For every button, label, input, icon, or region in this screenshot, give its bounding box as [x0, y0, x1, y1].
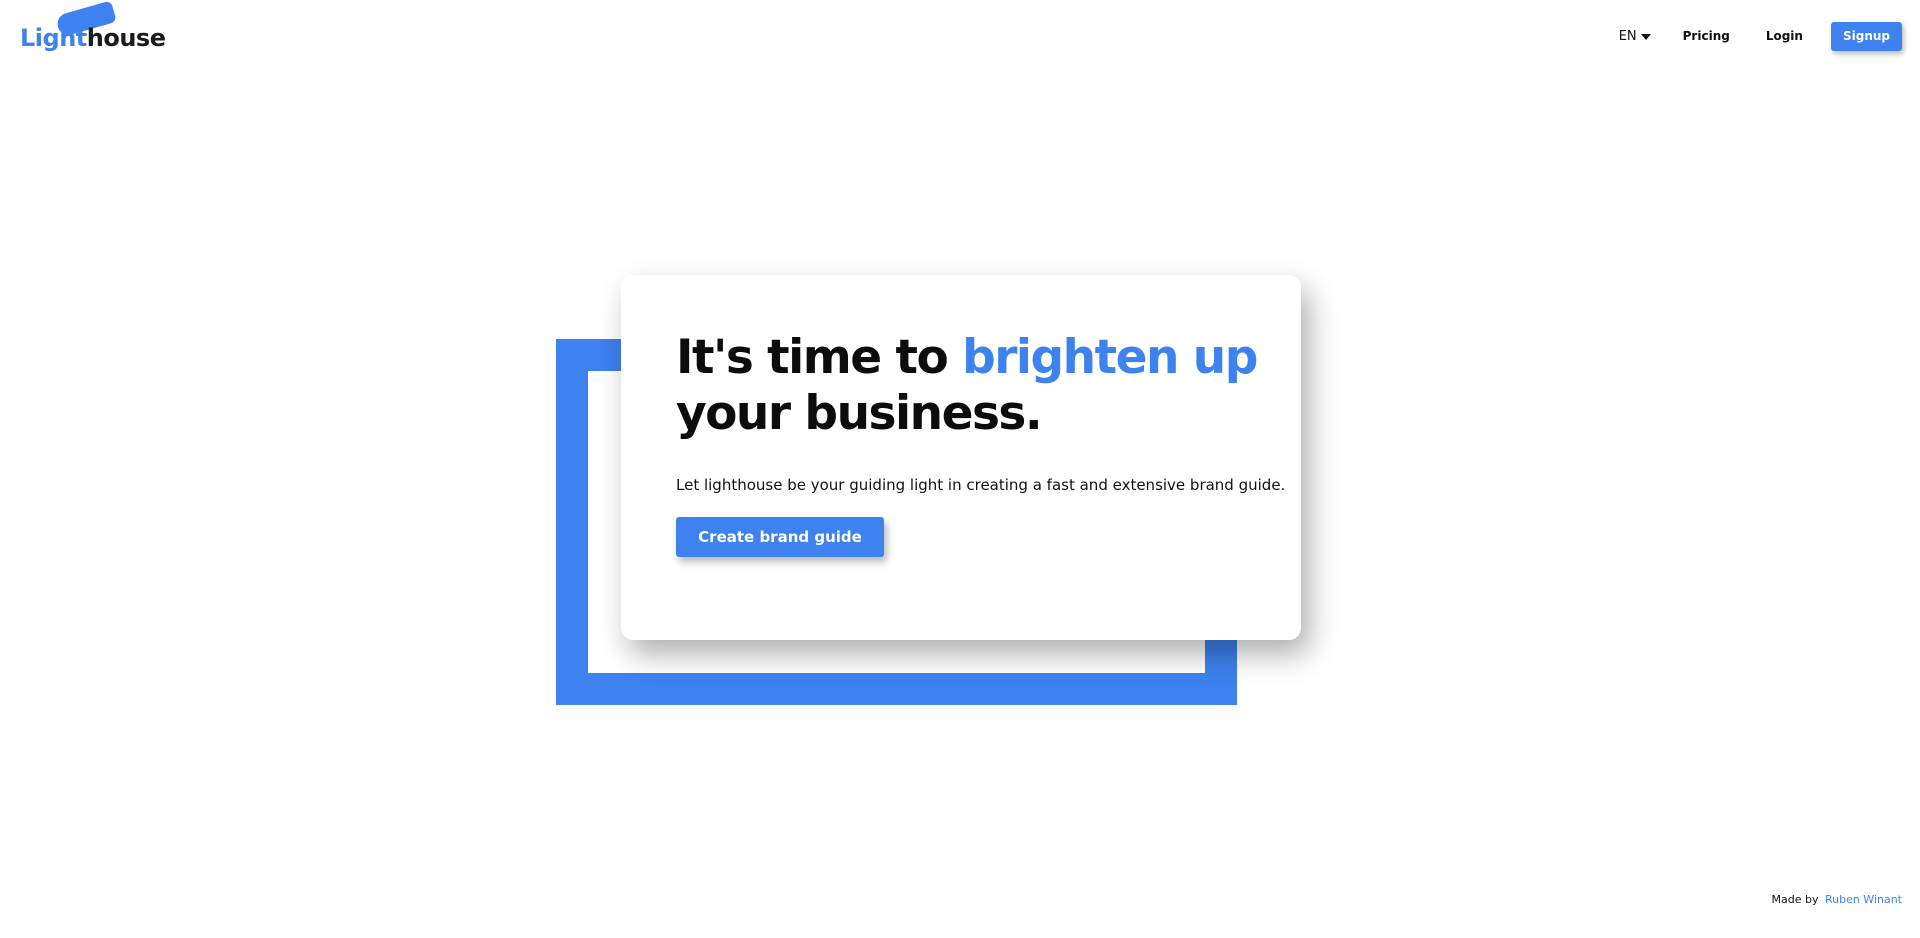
footer-prefix: Made by [1771, 893, 1819, 906]
hero-card: It's time to brighten up your business. L… [621, 275, 1301, 640]
language-dropdown[interactable]: EN [1619, 29, 1651, 44]
caret-down-icon [1640, 33, 1651, 40]
hero-headline: It's time to brighten up your business. [676, 330, 1301, 442]
logo-wordmark-house: house [86, 24, 166, 52]
create-brand-guide-button[interactable]: Create brand guide [676, 517, 884, 557]
signup-button[interactable]: Signup [1830, 21, 1902, 51]
nav-link-login[interactable]: Login [1766, 29, 1803, 43]
logo[interactable]: Lighthouse [20, 0, 166, 58]
logo-wordmark-light: Light [20, 24, 87, 52]
language-selected: EN [1618, 28, 1637, 44]
nav-link-pricing[interactable]: Pricing [1683, 29, 1730, 43]
headline-accent: brighten up [962, 330, 1258, 385]
site-header: Lighthouse EN Pricing Login Signup [0, 0, 1920, 76]
footer-credit: Made by Ruben Winant [1771, 893, 1902, 906]
hero-subtext: Let lighthouse be your guiding light in … [676, 476, 1286, 494]
logo-wordmark: Lighthouse [20, 26, 166, 50]
headline-text-start: It's time to [676, 330, 963, 385]
author-link[interactable]: Ruben Winant [1825, 893, 1902, 906]
top-nav: EN Pricing Login Signup [1619, 21, 1902, 51]
headline-text-line2: your business. [676, 386, 1043, 441]
